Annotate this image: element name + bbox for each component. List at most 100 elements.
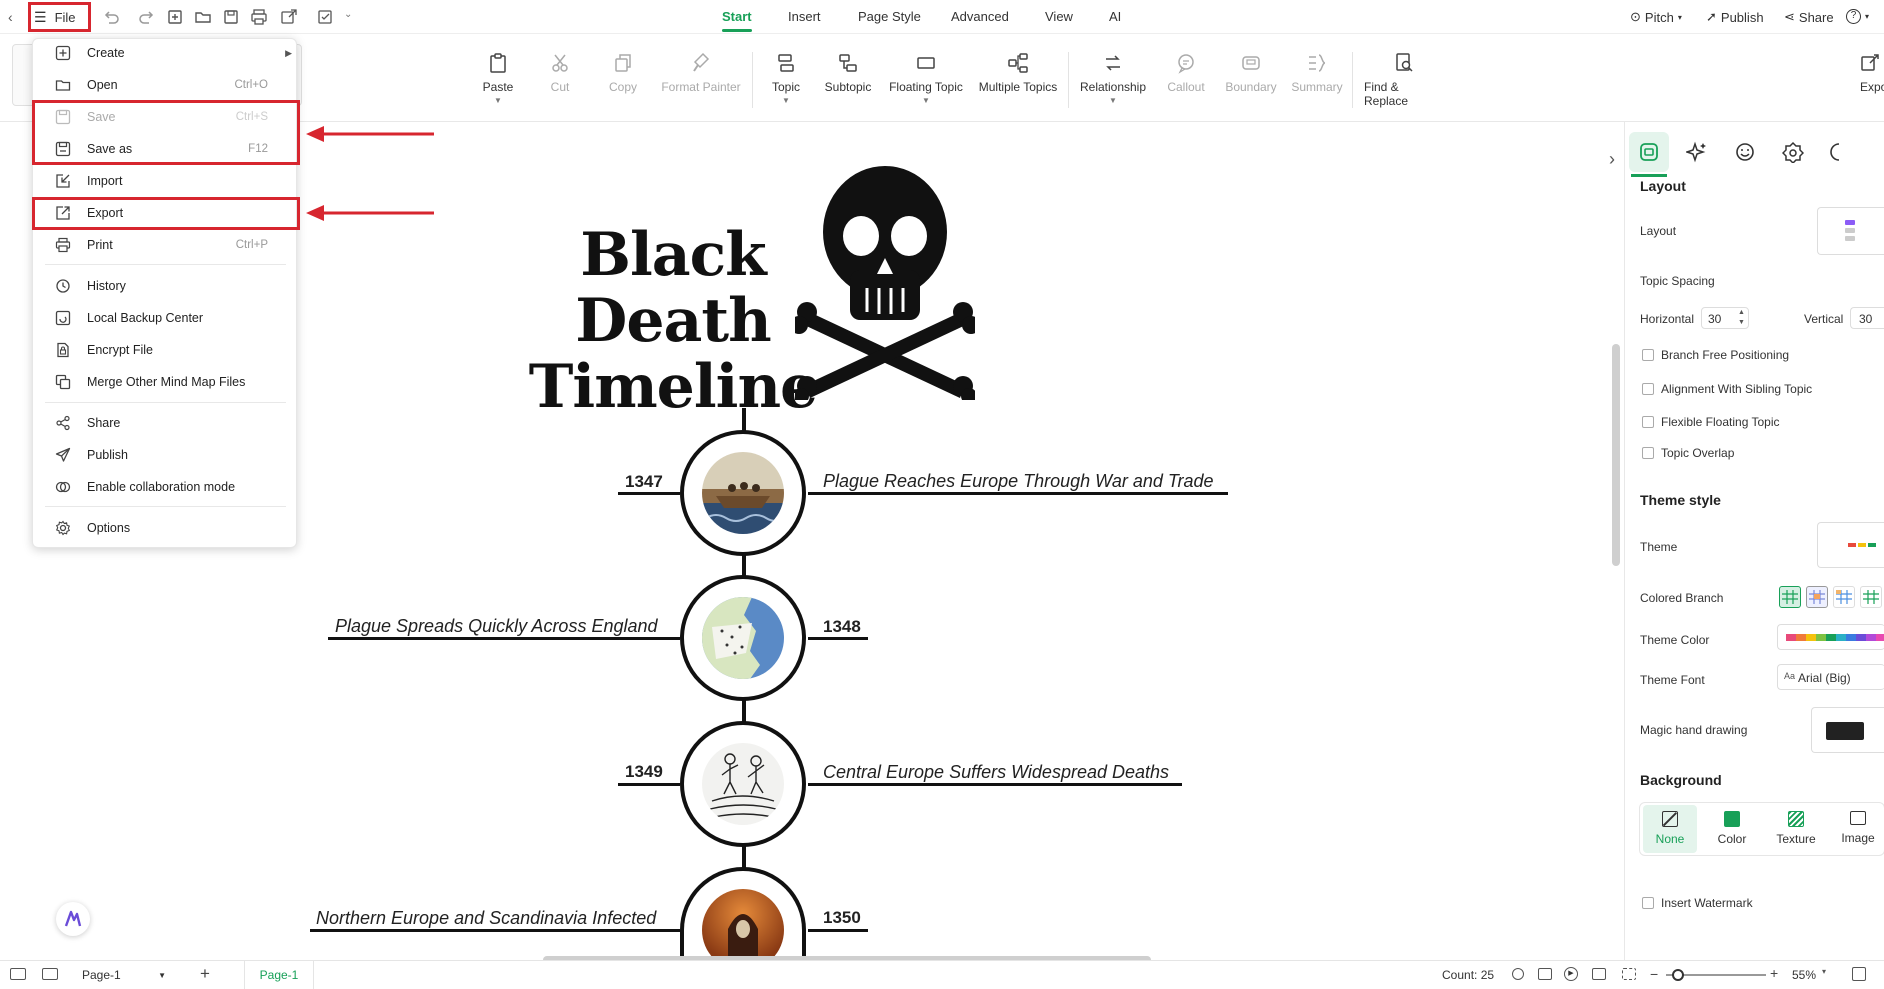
tab-view[interactable]: View xyxy=(1045,9,1073,24)
menu-item-open[interactable]: Open Ctrl+O xyxy=(33,71,298,99)
print-icon[interactable] xyxy=(250,8,268,26)
fullscreen-icon[interactable] xyxy=(1852,967,1866,981)
zoom-slider-handle[interactable] xyxy=(1672,969,1684,981)
task-icon[interactable] xyxy=(316,8,334,26)
page-view-icon[interactable] xyxy=(42,968,58,980)
timeline-event[interactable]: Plague Reaches Europe Through War and Tr… xyxy=(823,471,1214,492)
colored-branch-option[interactable] xyxy=(1833,586,1855,608)
callout-button[interactable]: Callout xyxy=(1166,52,1206,94)
menu-item-save[interactable]: Save Ctrl+S xyxy=(33,103,298,131)
tab-ai[interactable]: AI xyxy=(1109,9,1121,24)
timeline-node[interactable] xyxy=(680,867,806,971)
export-ribbon-button[interactable]: Expo xyxy=(1860,52,1884,94)
colored-branch-option[interactable] xyxy=(1860,586,1882,608)
add-page-icon[interactable]: + xyxy=(200,964,210,984)
magic-hand-toggle[interactable] xyxy=(1811,707,1884,753)
subtopic-button[interactable]: Subtopic xyxy=(824,52,872,94)
export-icon[interactable] xyxy=(280,8,298,26)
timeline-event[interactable]: Central Europe Suffers Widespread Deaths xyxy=(823,762,1169,783)
background-color-option[interactable]: Color xyxy=(1705,805,1759,853)
menu-item-export[interactable]: Export xyxy=(33,199,298,227)
timeline-year[interactable]: 1349 xyxy=(625,762,663,782)
boundary-button[interactable]: Boundary xyxy=(1224,52,1278,94)
alignment-sibling-checkbox[interactable] xyxy=(1642,383,1654,395)
outline-view-icon[interactable] xyxy=(10,968,26,980)
back-arrow-icon[interactable]: ‹ xyxy=(8,9,13,25)
help-button[interactable]: ? ▾ xyxy=(1846,9,1869,24)
menu-item-save-as[interactable]: Save as F12 xyxy=(33,135,298,163)
menu-item-merge[interactable]: Merge Other Mind Map Files xyxy=(33,368,298,396)
menu-item-create[interactable]: Create ▶ xyxy=(33,39,298,67)
publish-button[interactable]: ➚ Publish xyxy=(1706,9,1764,25)
topic-overlap-checkbox[interactable] xyxy=(1642,447,1654,459)
timeline-year[interactable]: 1350 xyxy=(823,908,861,928)
panel-tab-style[interactable] xyxy=(1629,132,1669,172)
find-replace-button[interactable]: Find & Replace xyxy=(1364,52,1444,108)
timeline-year[interactable]: 1347 xyxy=(625,472,663,492)
menu-item-import[interactable]: Import xyxy=(33,167,298,195)
page-select[interactable]: Page-1 ▼ xyxy=(76,964,172,986)
ai-assistant-icon[interactable] xyxy=(56,902,90,936)
focus-icon[interactable] xyxy=(1512,968,1524,980)
zoom-in-icon[interactable]: + xyxy=(1770,965,1778,981)
timeline-node[interactable] xyxy=(680,430,806,556)
panel-tab-more[interactable] xyxy=(1821,132,1861,172)
panel-tab-ai[interactable] xyxy=(1677,132,1717,172)
zoom-level[interactable]: 55% xyxy=(1792,968,1816,982)
vertical-spacing-input[interactable]: 30 xyxy=(1850,307,1884,329)
format-painter-button[interactable]: Format Painter xyxy=(661,52,741,94)
theme-font-select[interactable]: Aa Arial (Big) xyxy=(1777,664,1884,690)
zoom-out-icon[interactable]: − xyxy=(1650,966,1658,982)
cut-button[interactable]: Cut xyxy=(546,52,574,94)
timeline-event[interactable]: Northern Europe and Scandinavia Infected xyxy=(316,908,656,929)
background-texture-option[interactable]: Texture xyxy=(1769,805,1823,853)
fullscreen-fit-icon[interactable] xyxy=(1622,968,1636,980)
menu-item-history[interactable]: History xyxy=(33,272,298,300)
paste-button[interactable]: Paste ▼ xyxy=(480,52,516,105)
spinner-icon[interactable]: ▲ ▼ xyxy=(1738,308,1745,328)
share-button[interactable]: ⋖ Share xyxy=(1784,9,1834,25)
undo-icon[interactable] xyxy=(102,8,120,26)
menu-item-options[interactable]: Options xyxy=(33,514,298,542)
horizontal-spacing-input[interactable]: 30 ▲ ▼ xyxy=(1701,307,1749,329)
timeline-node[interactable] xyxy=(680,721,806,847)
tab-page-style[interactable]: Page Style xyxy=(858,9,921,24)
open-folder-icon[interactable] xyxy=(194,8,212,26)
layout-picker[interactable] xyxy=(1817,207,1884,255)
menu-item-share[interactable]: Share xyxy=(33,409,298,437)
timeline-node[interactable] xyxy=(680,575,806,701)
play-icon[interactable]: ▶ xyxy=(1564,967,1578,981)
background-none-option[interactable]: None xyxy=(1643,805,1697,853)
timeline-event[interactable]: Plague Spreads Quickly Across England xyxy=(335,616,658,637)
colored-branch-option[interactable] xyxy=(1779,586,1801,608)
timeline-year[interactable]: 1348 xyxy=(823,617,861,637)
zoom-dropdown-icon[interactable]: ▾ xyxy=(1822,967,1826,976)
menu-item-publish[interactable]: Publish xyxy=(33,441,298,469)
collapse-panel-chevron-icon[interactable]: › xyxy=(1600,134,1624,184)
colored-branch-option[interactable] xyxy=(1806,586,1828,608)
tab-insert[interactable]: Insert xyxy=(788,9,821,24)
menu-item-print[interactable]: Print Ctrl+P xyxy=(33,231,298,259)
file-menu-button[interactable]: ☰ File xyxy=(34,5,76,29)
menu-item-collaboration[interactable]: Enable collaboration mode xyxy=(33,473,298,501)
relationship-button[interactable]: Relationship ▼ xyxy=(1080,52,1146,105)
new-file-icon[interactable] xyxy=(166,8,184,26)
pitch-button[interactable]: ⊙ Pitch ▾ xyxy=(1630,9,1682,25)
tab-advanced[interactable]: Advanced xyxy=(951,9,1009,24)
tab-start[interactable]: Start xyxy=(722,9,752,24)
fit-view-icon[interactable] xyxy=(1538,968,1552,980)
save-icon[interactable] xyxy=(222,8,240,26)
presentation-icon[interactable] xyxy=(1592,968,1606,980)
menu-item-local-backup[interactable]: Local Backup Center xyxy=(33,304,298,332)
vertical-scrollbar[interactable] xyxy=(1612,344,1620,566)
theme-picker[interactable] xyxy=(1817,522,1884,568)
topic-button[interactable]: Topic ▼ xyxy=(770,52,802,105)
copy-button[interactable]: Copy xyxy=(607,52,639,94)
panel-tab-icons[interactable] xyxy=(1725,132,1765,172)
summary-button[interactable]: Summary xyxy=(1291,52,1343,94)
more-chevron-icon[interactable]: ⌄ xyxy=(344,9,352,20)
flexible-floating-checkbox[interactable] xyxy=(1642,416,1654,428)
menu-item-encrypt[interactable]: Encrypt File xyxy=(33,336,298,364)
multiple-topics-button[interactable]: Multiple Topics xyxy=(978,52,1058,94)
floating-topic-button[interactable]: Floating Topic ▼ xyxy=(888,52,964,105)
